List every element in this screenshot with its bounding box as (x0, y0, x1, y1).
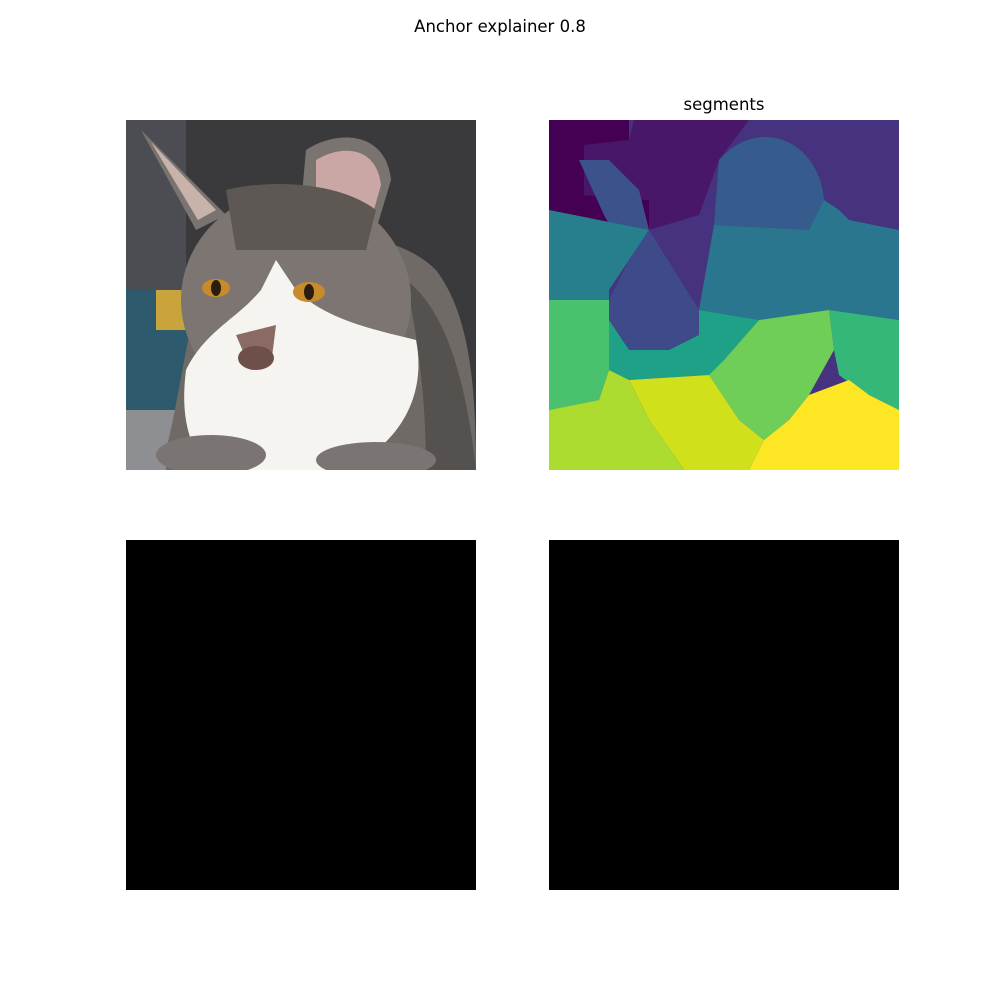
segments-image (549, 120, 899, 470)
segments-panel-title: segments (683, 95, 765, 114)
anchor-image-left (126, 540, 476, 890)
figure-suptitle: Anchor explainer 0.8 (414, 17, 586, 36)
original-cat-image (126, 120, 476, 470)
anchor-image-right (549, 540, 899, 890)
